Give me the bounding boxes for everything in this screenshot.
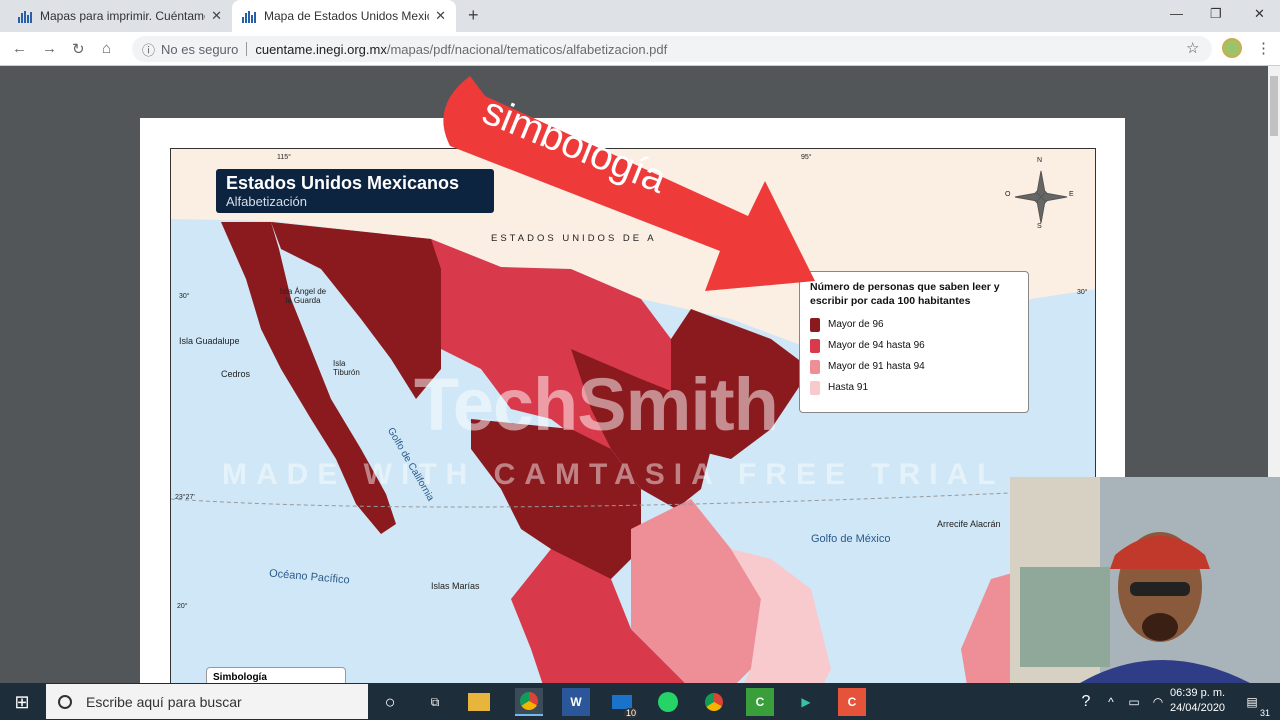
help-icon[interactable]: ? [1072, 688, 1100, 716]
security-label: No es seguro [161, 41, 239, 57]
taskbar: ⊞ Escribe aquí para buscar ○ ⧉ W 10 C ▶ … [0, 683, 1280, 720]
divider [246, 42, 248, 56]
cortana-icon[interactable]: ○ [376, 688, 404, 716]
tab-strip: Mapas para imprimir. Cuéntame ✕ Mapa de … [0, 0, 1280, 32]
address-bar[interactable]: ⓘ No es seguro cuentame.inegi.org.mx/map… [132, 36, 1212, 62]
reload-icon[interactable]: ↻ [72, 40, 85, 58]
restore-icon[interactable]: ❐ [1210, 6, 1222, 22]
clock-time: 06:39 p. m. [1170, 687, 1226, 699]
notif-badge: 31 [1259, 708, 1270, 718]
mail-badge: 10 [623, 708, 638, 718]
minimize-icon[interactable]: — [1170, 6, 1183, 21]
app-icon[interactable]: ▶ [792, 688, 820, 716]
info-icon[interactable]: ⓘ [142, 40, 155, 59]
clock[interactable]: 06:39 p. m. 24/04/2020 [1170, 686, 1225, 716]
camtasia-recorder-icon[interactable]: C [838, 688, 866, 716]
clock-date: 24/04/2020 [1170, 702, 1226, 714]
menu-icon[interactable]: ⋮ [1256, 39, 1271, 57]
camtasia-watermark: MADE WITH CAMTASIA FREE TRIAL [222, 458, 1005, 491]
back-icon[interactable]: ← [12, 40, 27, 57]
url-domain: cuentame.inegi.org.mx [255, 41, 387, 57]
taskbar-search[interactable]: Escribe aquí para buscar [46, 684, 368, 719]
tab-title: Mapa de Estados Unidos Mexicanos [264, 9, 429, 23]
inegi-favicon [18, 9, 32, 23]
bookmark-star-icon[interactable]: ☆ [1186, 39, 1199, 57]
word-icon[interactable]: W [562, 688, 590, 716]
tab-mapa-estados[interactable]: Mapa de Estados Unidos Mexicanos ✕ [232, 0, 456, 32]
presenter-video [1010, 477, 1280, 683]
task-view-icon[interactable]: ⧉ [421, 688, 449, 716]
file-explorer-icon[interactable] [468, 693, 490, 711]
close-tab-icon[interactable]: ✕ [211, 8, 222, 24]
techsmith-watermark: TechSmith [414, 363, 779, 446]
webcam-overlay [1010, 477, 1280, 683]
search-placeholder: Escribe aquí para buscar [86, 693, 242, 710]
new-tab-button[interactable]: + [468, 5, 479, 26]
close-tab-icon[interactable]: ✕ [435, 8, 446, 24]
url-path: /mapas/pdf/nacional/tematicos/alfabetiza… [386, 41, 668, 57]
tab-title: Mapas para imprimir. Cuéntame [40, 9, 206, 23]
search-icon [58, 694, 72, 709]
notifications-icon[interactable]: ▤ 31 [1238, 688, 1270, 718]
home-icon[interactable]: ⌂ [102, 40, 111, 57]
scrollbar-thumb[interactable] [1270, 76, 1278, 136]
whatsapp-icon[interactable] [654, 688, 682, 716]
chrome-icon-2[interactable] [700, 688, 728, 716]
toolbar: ← → ↻ ⌂ ⓘ No es seguro cuentame.inegi.or… [0, 32, 1280, 66]
profile-avatar[interactable] [1222, 38, 1242, 58]
chrome-icon[interactable] [515, 688, 543, 716]
wifi-icon[interactable]: ◠ [1144, 688, 1172, 716]
inegi-favicon [242, 9, 256, 23]
camtasia-icon[interactable]: C [746, 688, 774, 716]
mail-icon[interactable]: 10 [608, 688, 638, 718]
close-window-icon[interactable]: ✕ [1254, 6, 1265, 22]
windows-start-icon[interactable]: ⊞ [8, 688, 36, 716]
forward-icon[interactable]: → [42, 40, 57, 57]
tab-mapas[interactable]: Mapas para imprimir. Cuéntame ✕ [8, 0, 232, 32]
